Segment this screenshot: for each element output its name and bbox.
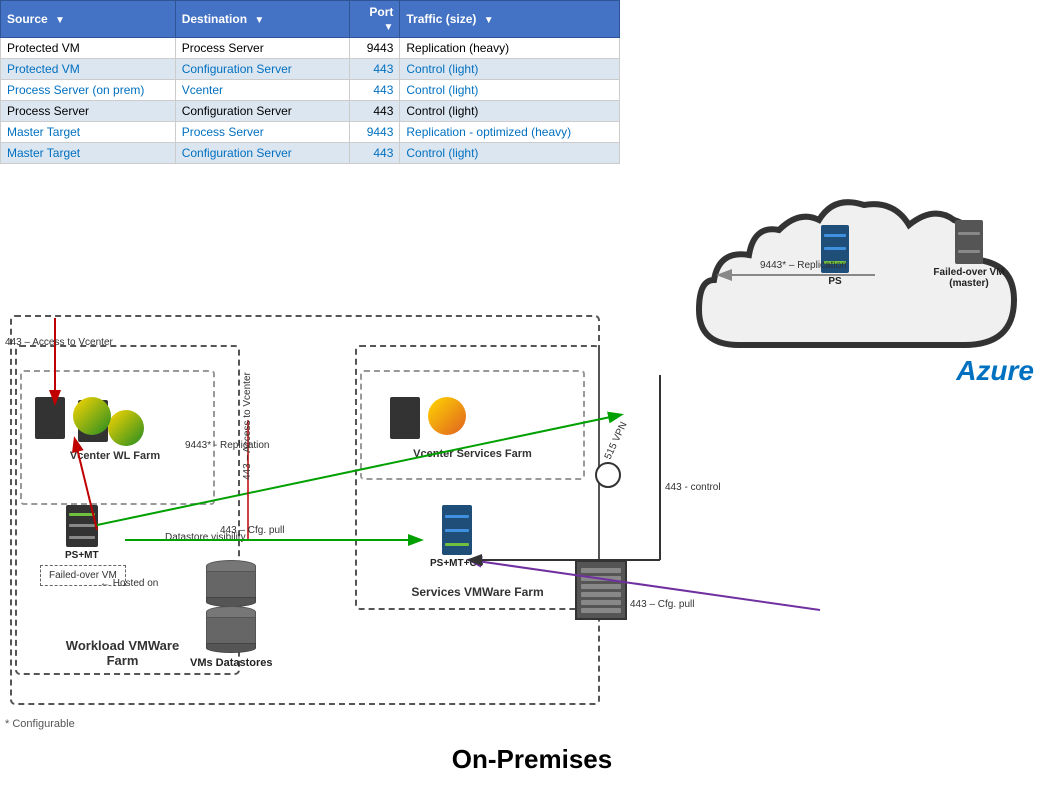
vcenter-svc-farm-label: Vcenter Services Farm	[360, 448, 585, 460]
dest-header-text: Destination	[182, 12, 247, 26]
azure-ps-server: PS	[821, 225, 849, 287]
datastore-visibility-label: Datastore visibility	[165, 532, 246, 543]
cell-port-1: 443	[350, 59, 400, 80]
svg-text:443 - control: 443 - control	[665, 482, 721, 493]
cell-port-0: 9443	[350, 38, 400, 59]
cell-traffic-0: Replication (heavy)	[400, 38, 620, 59]
cell-port-2: 443	[350, 80, 400, 101]
cell-destination-3: Configuration Server	[175, 101, 350, 122]
services-farm-label: Services VMWare Farm	[355, 585, 600, 599]
sort-icon-dest[interactable]: ▼	[254, 15, 264, 26]
configurable-note: * Configurable	[5, 718, 75, 730]
cell-destination-1: Configuration Server	[175, 59, 350, 80]
hosted-on-label: ← Hosted on	[100, 578, 158, 589]
network-table: Source ▼ Destination ▼ Port ▼ Traffic (s…	[0, 0, 620, 164]
sort-icon-port[interactable]: ▼	[383, 22, 393, 33]
cell-destination-2: Vcenter	[175, 80, 350, 101]
cell-port-4: 9443	[350, 122, 400, 143]
cell-traffic-2: Control (light)	[400, 80, 620, 101]
cell-port-5: 443	[350, 143, 400, 164]
vcenter-svc-group	[390, 395, 466, 439]
azure-ps-label: PS	[828, 276, 841, 287]
cell-source-0: Protected VM	[1, 38, 176, 59]
vcenter-wl-group	[35, 395, 111, 439]
cell-traffic-5: Control (light)	[400, 143, 620, 164]
port-header-text: Port	[369, 5, 393, 19]
diagram-area: PS Failed-over VM(master) Azure Workload…	[0, 170, 1064, 785]
svg-text:443 – Cfg. pull: 443 – Cfg. pull	[630, 599, 695, 610]
cell-source-4: Master Target	[1, 122, 176, 143]
azure-failed-vm-server: Failed-over VM(master)	[929, 220, 1009, 289]
vcenter-wl-farm-label: Vcenter WL Farm	[20, 450, 210, 462]
cell-source-5: Master Target	[1, 143, 176, 164]
cell-source-1: Protected VM	[1, 59, 176, 80]
datastores-label: VMs Datastores	[190, 657, 273, 669]
cell-traffic-1: Control (light)	[400, 59, 620, 80]
col-header-destination[interactable]: Destination ▼	[175, 1, 350, 38]
ps-mt-cs-label: PS+MT+CS	[430, 558, 483, 569]
col-header-traffic[interactable]: Traffic (size) ▼	[400, 1, 620, 38]
sort-icon-traffic[interactable]: ▼	[484, 15, 494, 26]
svg-text:515 VPN: 515 VPN	[603, 420, 630, 461]
ps-mt-cs-server: PS+MT+CS	[430, 505, 483, 569]
azure-failed-vm-label: Failed-over VM(master)	[929, 267, 1009, 289]
cell-source-3: Process Server	[1, 101, 176, 122]
traffic-header-text: Traffic (size)	[406, 12, 476, 26]
datastores-group: VMs Datastores	[190, 560, 273, 669]
cell-port-3: 443	[350, 101, 400, 122]
ps-mt-server: PS+MT	[65, 505, 99, 561]
source-header-text: Source	[7, 12, 48, 26]
onprem-label: On-Premises	[452, 744, 612, 775]
cell-destination-4: Process Server	[175, 122, 350, 143]
cell-traffic-3: Control (light)	[400, 101, 620, 122]
azure-label: Azure	[956, 355, 1034, 387]
col-header-source[interactable]: Source ▼	[1, 1, 176, 38]
col-header-port[interactable]: Port ▼	[350, 1, 400, 38]
cell-source-2: Process Server (on prem)	[1, 80, 176, 101]
cell-destination-0: Process Server	[175, 38, 350, 59]
rack-icon-group	[575, 560, 627, 620]
cell-destination-5: Configuration Server	[175, 143, 350, 164]
ps-mt-label: PS+MT	[65, 550, 99, 561]
cell-traffic-4: Replication - optimized (heavy)	[400, 122, 620, 143]
sort-icon-source[interactable]: ▼	[55, 15, 65, 26]
